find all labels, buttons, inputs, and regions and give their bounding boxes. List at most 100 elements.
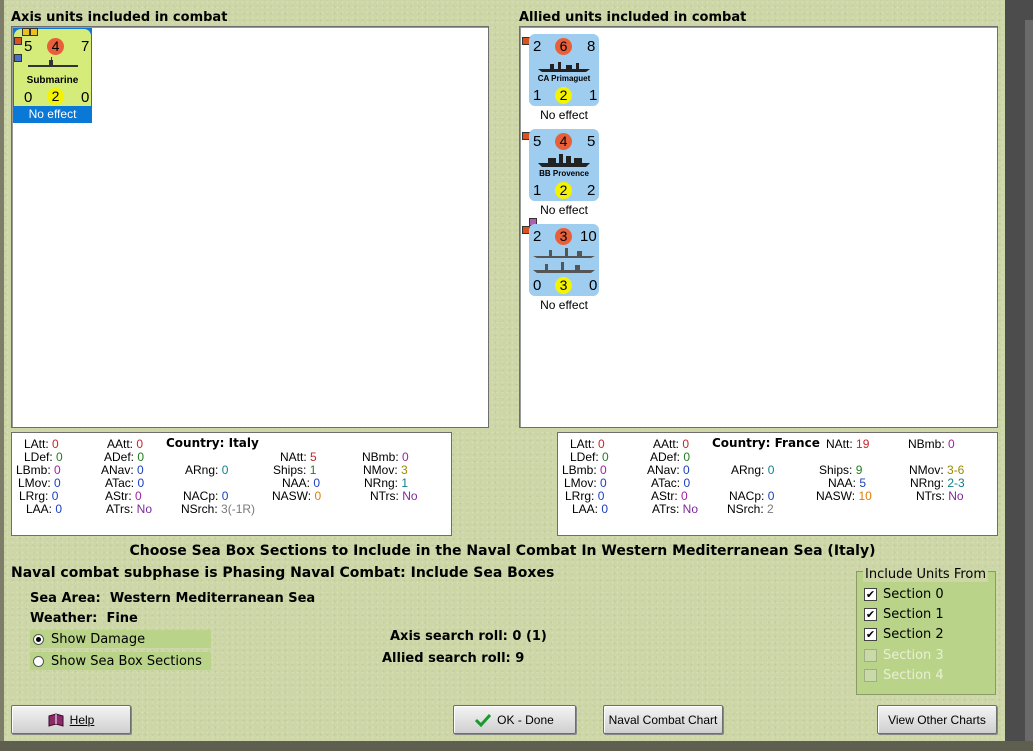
radio-unselected-icon[interactable]	[33, 655, 44, 667]
stat-label: AAtt:	[107, 437, 134, 451]
battleship-silhouette-icon	[538, 154, 590, 167]
naval-combat-chart-label: Naval Combat Chart	[608, 712, 718, 727]
stat-nsrch: 2	[767, 502, 774, 516]
show-damage-option[interactable]: Show Damage	[30, 630, 211, 648]
radio-selected-icon[interactable]	[33, 633, 44, 645]
stat-label: LDef:	[24, 450, 53, 464]
stat-label: ATrs:	[652, 502, 680, 516]
stat-nacp: 0	[767, 489, 775, 503]
counter-aa-value: 2	[47, 88, 64, 105]
section-0-checkbox[interactable]: ✔ Section 0	[864, 587, 944, 602]
view-other-charts-button[interactable]: View Other Charts	[877, 705, 997, 734]
checkbox-disabled-icon	[864, 669, 877, 682]
unit-counter-bb-provence[interactable]: 5 4 5 BB Provence 1 2 2	[529, 129, 599, 201]
stat-nmov: 3-6	[947, 463, 965, 477]
stat-label: NASW:	[272, 489, 312, 503]
checkbox-disabled-icon	[864, 649, 877, 662]
stat-lmov: 0	[54, 476, 61, 490]
stat-lrrg: 0	[51, 489, 59, 503]
stat-label: LAA:	[572, 502, 599, 516]
counter-defense-value: 0	[533, 277, 542, 294]
axis-units-panel[interactable]: 5 4 7 Submarine 0 2 0 No effect	[11, 26, 489, 428]
include-units-title: Include Units From	[863, 567, 989, 582]
subphase-text: Naval combat subphase is Phasing Naval C…	[11, 565, 555, 581]
stat-label: LAA:	[26, 502, 53, 516]
weather-row: Weather: Fine	[30, 611, 138, 626]
counter-defense-value: 1	[533, 87, 542, 104]
counter-aa-value: 2	[555, 182, 572, 199]
counter-strength-value: 6	[555, 38, 572, 55]
stat-label: NTrs:	[370, 489, 399, 503]
counter-strength-value: 4	[47, 38, 64, 55]
axis-stats-box: LAtt: 0 LDef: 0 LBmb: 0 LMov: 0 LRrg: 0 …	[11, 432, 452, 536]
stat-atrs: No	[682, 502, 699, 516]
unit-effect-label: No effect	[28, 107, 77, 121]
unit-effect-label: No effect	[540, 203, 588, 217]
unit-effect-label: No effect	[540, 108, 588, 122]
stat-latt: 0	[52, 437, 59, 451]
stat-label: LBmb:	[16, 463, 51, 477]
stat-nbmb: 0	[402, 450, 409, 464]
counter-movement-value: 7	[81, 38, 90, 55]
stat-ntrs: No	[402, 489, 418, 503]
unit-effect-label: No effect	[540, 298, 588, 312]
stat-label: ATac:	[651, 476, 681, 490]
help-button[interactable]: Help	[11, 705, 131, 734]
stat-natt: 5	[310, 450, 317, 464]
show-sea-box-sections-option[interactable]: Show Sea Box Sections	[30, 652, 211, 670]
stat-nsrch: 3(-1R)	[221, 502, 256, 516]
sea-area-label: Sea Area:	[30, 591, 101, 606]
stat-label: LDef:	[570, 450, 599, 464]
counter-attack-value: 5	[24, 38, 33, 55]
stat-label: ARng:	[185, 463, 219, 477]
stat-astr: 0	[135, 489, 142, 503]
stat-label: NRng:	[910, 476, 945, 490]
stat-label: NBmb:	[362, 450, 399, 464]
stat-nasw: 0	[314, 489, 322, 503]
section-label: Section 2	[883, 627, 944, 642]
section-1-checkbox[interactable]: ✔ Section 1	[864, 607, 944, 622]
stat-label: ATac:	[105, 476, 135, 490]
stat-lrrg: 0	[597, 489, 605, 503]
stat-adef: 0	[137, 450, 145, 464]
stat-nbmb: 0	[948, 437, 955, 451]
stat-label: LAtt:	[24, 437, 49, 451]
checkbox-checked-icon[interactable]: ✔	[864, 588, 877, 601]
allied-units-panel[interactable]: 2 6 8 CA Primaguet 1 2 1 No effect 5 4 5…	[519, 26, 998, 428]
stat-lmov: 0	[600, 476, 607, 490]
section-2-checkbox[interactable]: ✔ Section 2	[864, 627, 944, 642]
stat-anav: 0	[683, 463, 690, 477]
stat-aatt: 0	[136, 437, 144, 451]
axis-unit-selection[interactable]: 5 4 7 Submarine 0 2 0 No effect	[13, 28, 92, 123]
checkbox-checked-icon[interactable]: ✔	[864, 608, 877, 621]
unit-counter-destroyer-group[interactable]: 2 3 10 0 3 0	[529, 224, 599, 296]
section-label: Section 3	[883, 648, 944, 663]
naval-combat-chart-button[interactable]: Naval Combat Chart	[603, 705, 723, 734]
stat-label: NMov:	[909, 463, 944, 477]
unit-status-marker	[14, 54, 22, 62]
unit-counter-ca-primaguet[interactable]: 2 6 8 CA Primaguet 1 2 1	[529, 34, 599, 106]
weather-label: Weather:	[30, 611, 98, 626]
unit-counter-submarine[interactable]: 5 4 7 Submarine	[14, 29, 91, 96]
stat-label: NSrch:	[727, 502, 764, 516]
stat-label: AStr:	[105, 489, 132, 503]
stat-label: ATrs:	[106, 502, 134, 516]
counter-asw-value: 2	[587, 182, 596, 199]
country-label: Country:	[166, 436, 225, 450]
stat-astr: 0	[681, 489, 688, 503]
stat-laa: 0	[601, 502, 609, 516]
stat-label: ADef:	[650, 450, 681, 464]
stat-label: AStr:	[651, 489, 678, 503]
stat-label: NAtt:	[826, 437, 853, 451]
stat-label: LRrg:	[565, 489, 595, 503]
stat-label: LMov:	[18, 476, 51, 490]
ok-done-button[interactable]: OK - Done	[453, 705, 576, 734]
counter-movement-value: 5	[587, 133, 596, 150]
section-label: Section 1	[883, 607, 944, 622]
counter-unit-name: Submarine	[26, 75, 79, 86]
counter-aa-value: 2	[555, 87, 572, 104]
stat-arng: 0	[767, 463, 775, 477]
stat-label: ANav:	[647, 463, 680, 477]
checkbox-checked-icon[interactable]: ✔	[864, 628, 877, 641]
stat-label: Ships:	[273, 463, 307, 477]
